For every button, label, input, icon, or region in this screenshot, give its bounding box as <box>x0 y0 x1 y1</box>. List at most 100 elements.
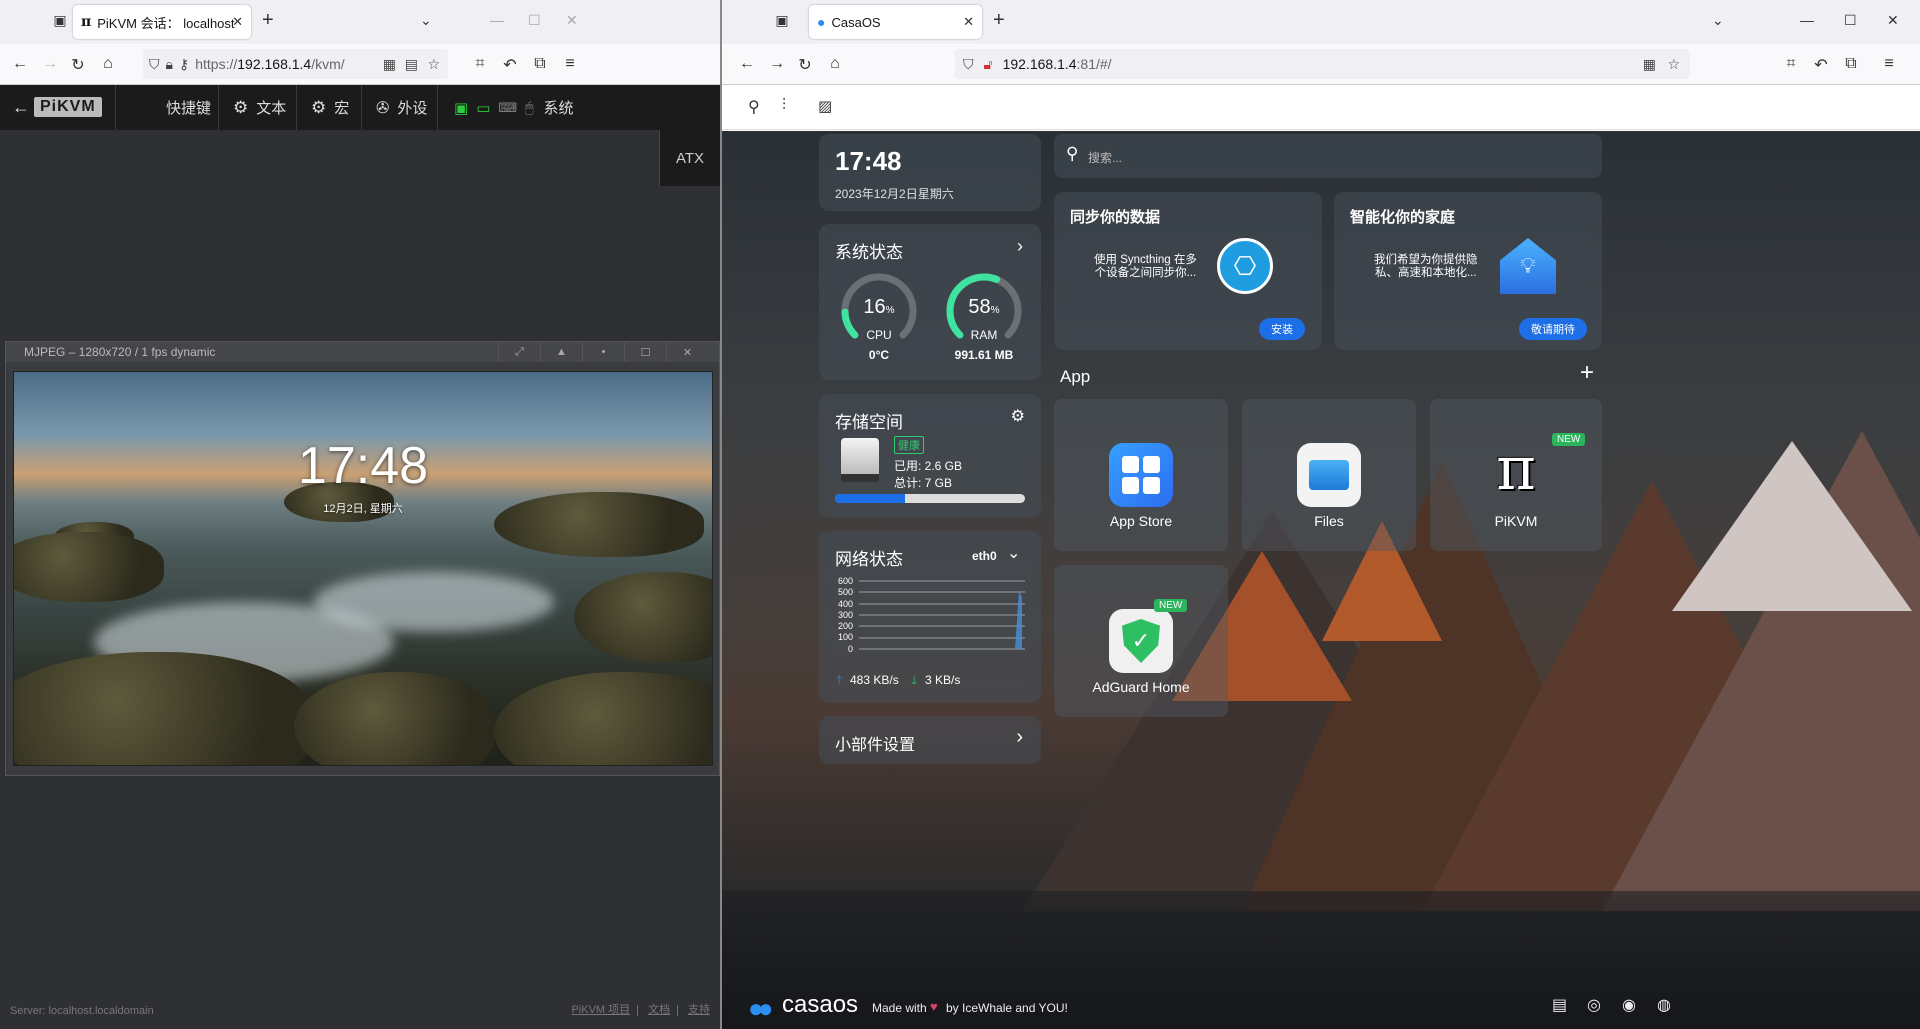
url-path: :81/#/ <box>1076 56 1112 72</box>
app-section-title: App <box>1060 367 1091 386</box>
maximize-button[interactable]: ☐ <box>1844 12 1857 29</box>
account-icon[interactable]: ⚲ <box>748 97 760 117</box>
forward-icon[interactable]: → <box>40 55 60 73</box>
back-icon[interactable]: ← <box>737 55 757 73</box>
link-project[interactable]: PiKVM 项目 <box>571 1004 630 1016</box>
close-window-button[interactable]: ✕ <box>566 12 578 29</box>
add-app-button[interactable]: + <box>1580 359 1594 387</box>
tab-overflow-chevron-icon[interactable]: ⌄ <box>420 12 432 29</box>
reload-icon[interactable]: ↻ <box>68 55 88 75</box>
extensions-icon[interactable]: ⧉ <box>530 55 550 73</box>
link-docs[interactable]: 文档 <box>648 1004 670 1016</box>
casaos-browser-window: ▣ ● CasaOS ✕ + ⌄ — ☐ ✕ ← → ↻ ⌂ ⛉ 🔓︎ 192.… <box>722 0 1920 1029</box>
widget-settings-button[interactable]: 小部件设置 › <box>819 716 1041 764</box>
menu-text-label: 文本 <box>256 100 287 117</box>
casaos-dashboard: 17:48 2023年12月2日星期六 ⚲ 搜索... 系统状态 › 16% C… <box>722 131 1920 1029</box>
home-icon[interactable]: ⌂ <box>825 55 845 73</box>
app-tile[interactable]: App Store <box>1054 399 1228 551</box>
tab-overflow-chevron-icon[interactable]: ⌄ <box>1712 12 1724 29</box>
tab-list-icon[interactable]: ▣ <box>50 12 70 29</box>
settings-sliders-icon[interactable]: ⫶ <box>782 97 786 115</box>
tab-title: PiKVM 会话： localhost.localc <box>97 15 235 31</box>
url-bar[interactable]: ⛉ 🔒︎ ⚷ https://192.168.1.4/kvm/ ▦ ▤ ☆ <box>143 49 448 79</box>
menu-peripherals[interactable]: ✇ 外设 <box>361 85 437 130</box>
new-tab-button[interactable]: + <box>262 9 274 32</box>
undo-icon[interactable]: ↶ <box>1811 55 1831 75</box>
fullscreen-icon[interactable]: ☐ <box>624 342 666 362</box>
undo-icon[interactable]: ↶ <box>500 55 520 75</box>
new-tab-button[interactable]: + <box>993 9 1005 32</box>
close-tab-icon[interactable]: ✕ <box>963 14 974 30</box>
close-window-button[interactable]: ✕ <box>1887 12 1899 29</box>
install-button[interactable]: 安装 <box>1259 318 1305 340</box>
extensions-icon[interactable]: ⧉ <box>1841 55 1861 73</box>
forward-icon[interactable]: → <box>767 55 787 73</box>
chevron-down-icon[interactable]: ⌄ <box>1007 543 1020 563</box>
back-icon[interactable]: ← <box>10 55 30 73</box>
screenshot-triangle-icon[interactable]: ▲ <box>540 342 582 362</box>
app-label: App Store <box>1109 513 1173 529</box>
interface-select[interactable]: eth0 <box>972 549 997 563</box>
shield-icon[interactable]: ⛉ <box>149 56 160 73</box>
screenshot-icon[interactable]: ⌗ <box>1781 55 1801 73</box>
feedback-icon[interactable]: ▤ <box>1552 995 1567 1015</box>
search-box[interactable]: ⚲ 搜索... <box>1054 134 1602 178</box>
close-tab-icon[interactable]: ✕ <box>232 14 243 30</box>
storage-total: 总计: 7 GB <box>894 476 953 490</box>
app-tile[interactable]: Files <box>1242 399 1416 551</box>
minimize-button[interactable]: — <box>1800 12 1814 28</box>
app-tile[interactable]: ✓ NEW AdGuard Home <box>1054 565 1228 717</box>
screenshot-icon[interactable]: ⌗ <box>470 55 490 73</box>
shield-icon[interactable]: ⛉ <box>963 56 974 73</box>
qr-code-icon[interactable]: ▦ <box>1643 56 1656 73</box>
dot-icon[interactable]: • <box>582 342 624 362</box>
bookmark-star-icon[interactable]: ☆ <box>427 56 440 73</box>
url-host: 192.168.1.4 <box>1002 56 1077 72</box>
y-tick: 100 <box>837 632 853 643</box>
disk-icon <box>841 438 879 482</box>
download-arrow-icon: 🡓 <box>911 673 918 687</box>
menu-icon[interactable]: ≡ <box>1879 55 1899 73</box>
stream-window-header[interactable]: MJPEG – 1280x720 / 1 fps dynamic ⤢ ▲ • ☐… <box>6 342 719 362</box>
y-tick: 600 <box>837 576 853 586</box>
chat-icon[interactable]: ◍ <box>1657 995 1671 1015</box>
app-tile[interactable]: π NEW PiKVM <box>1430 399 1602 551</box>
insecure-lock-icon[interactable]: 🔓︎ <box>984 56 993 73</box>
close-stream-icon[interactable]: ✕ <box>666 342 708 362</box>
menu-text[interactable]: ⚙ 文本 <box>218 85 296 130</box>
key-icon[interactable]: ⚷ <box>179 56 189 73</box>
chevron-right-icon[interactable]: › <box>1017 236 1023 257</box>
pikvm-pi-icon: π <box>1496 434 1536 504</box>
lock-icon[interactable]: 🔒︎ <box>166 56 173 73</box>
reload-icon[interactable]: ↻ <box>795 55 815 75</box>
heart-icon: ♥ <box>930 999 938 1014</box>
menu-atx[interactable]: ATX <box>659 130 720 186</box>
sync-desc-line: 个设备之间同步你... <box>1094 267 1197 279</box>
casaos-brand: casaos <box>782 991 859 1018</box>
link-support[interactable]: 支持 <box>688 1004 710 1016</box>
reader-view-icon[interactable]: ▤ <box>405 56 418 73</box>
menu-macro[interactable]: ⚙ 宏 <box>296 85 361 130</box>
tab-list-icon[interactable]: ▣ <box>772 12 792 29</box>
menu-icon[interactable]: ≡ <box>560 55 580 73</box>
minimize-button[interactable]: — <box>490 12 504 28</box>
home-card-title: 智能化你的家庭 <box>1350 209 1456 226</box>
tab-pikvm[interactable]: π PiKVM 会话： localhost.localc ✕ <box>73 5 251 39</box>
menu-shortcuts[interactable]: 快捷键 <box>115 85 219 130</box>
qr-code-icon[interactable]: ▦ <box>383 56 396 73</box>
wallpaper-icon[interactable]: ▨ <box>818 97 832 115</box>
remote-screen[interactable]: 17:48 12月2日, 星期六 <box>13 371 713 766</box>
back-arrow-icon[interactable]: ← <box>12 97 30 118</box>
maximize-button[interactable]: ☐ <box>528 12 541 29</box>
bookmark-star-icon[interactable]: ☆ <box>1667 56 1680 73</box>
discord-icon[interactable]: ◎ <box>1587 995 1601 1015</box>
gear-icon[interactable]: ⚙ <box>1011 406 1025 426</box>
github-icon[interactable]: ◉ <box>1622 995 1636 1015</box>
network-widget: 网络状态 eth0 ⌄ 600 500 400 300 200 100 0 🡑 … <box>819 531 1041 703</box>
menu-system[interactable]: ▣ ▭ ⌨ 🖱︎ 系统 <box>437 85 587 130</box>
url-bar[interactable]: ⛉ 🔓︎ 192.168.1.4:81/#/ ▦ ☆ <box>955 49 1690 79</box>
tab-casaos[interactable]: ● CasaOS ✕ <box>809 5 982 39</box>
expand-icon[interactable]: ⤢ <box>498 342 540 362</box>
home-icon[interactable]: ⌂ <box>98 55 118 73</box>
coming-soon-button[interactable]: 敬请期待 <box>1519 318 1587 340</box>
